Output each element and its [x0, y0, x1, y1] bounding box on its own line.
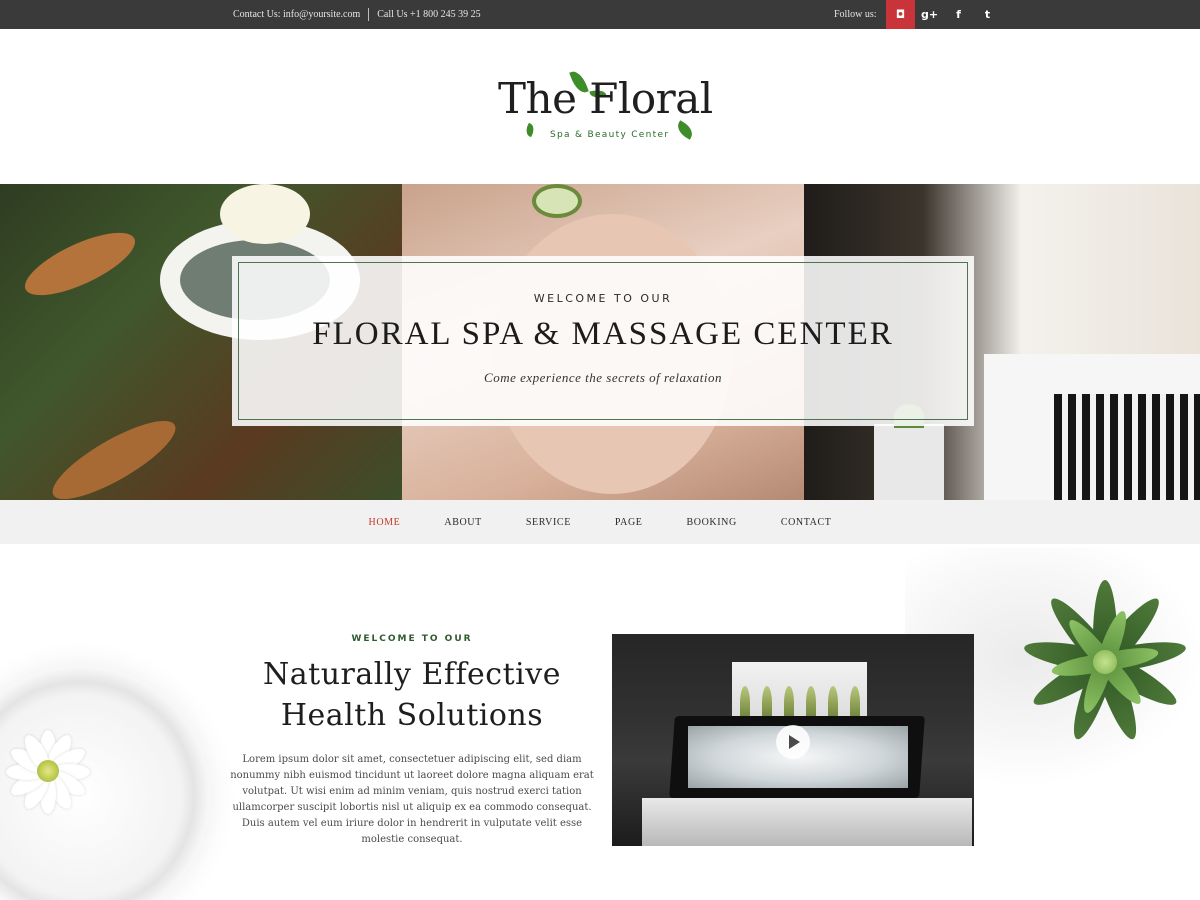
main-nav: HOME ABOUT SERVICE PAGE BOOKING CONTACT [0, 500, 1200, 544]
video-base-scene [642, 798, 972, 846]
decorative-succulent-image [1018, 572, 1192, 762]
intro-kicker: WELCOME TO OUR [351, 634, 473, 644]
nav-item-page[interactable]: PAGE [615, 517, 643, 528]
logo-title: The Floral [498, 74, 713, 123]
intro-heading: Naturally Effective Health Solutions [230, 654, 594, 736]
video-thumbnail[interactable] [612, 634, 974, 846]
nav-item-home[interactable]: HOME [369, 517, 401, 528]
site-logo[interactable]: The Floral Spa & Beauty Center [480, 64, 720, 150]
decorative-flower-image [0, 722, 100, 822]
google-plus-icon[interactable]: g+ [915, 0, 944, 29]
instagram-icon[interactable]: ◘ [886, 0, 915, 29]
twitter-icon[interactable]: t [973, 0, 1002, 29]
play-icon[interactable] [776, 725, 810, 759]
intro-heading-line2: Health Solutions [280, 698, 544, 733]
intro-body-text: Lorem ipsum dolor sit amet, consectetuer… [230, 754, 594, 845]
logo-tagline: Spa & Beauty Center [550, 130, 670, 140]
nav-item-service[interactable]: SERVICE [526, 517, 571, 528]
leaf-icon [523, 122, 537, 138]
leaf-icon [674, 120, 696, 140]
top-bar: Contact Us: info@yoursite.com Call Us +1… [0, 0, 1200, 29]
intro-text-block: WELCOME TO OUR Naturally Effective Healt… [230, 634, 594, 848]
intro-heading-line1: Naturally Effective [263, 657, 561, 692]
hero-headline: FLORAL SPA & MASSAGE CENTER [312, 316, 894, 352]
hero-subtitle: Come experience the secrets of relaxatio… [484, 370, 722, 385]
facebook-icon[interactable]: f [944, 0, 973, 29]
nav-item-booking[interactable]: BOOKING [687, 517, 737, 528]
social-links: ◘ g+ f t [886, 0, 1002, 29]
video-window-scene [732, 662, 867, 720]
follow-label: Follow us: [834, 9, 877, 20]
intro-section: WELCOME TO OUR Naturally Effective Healt… [0, 544, 1200, 900]
contact-email[interactable]: Contact Us: info@yoursite.com [233, 9, 360, 20]
nav-item-about[interactable]: ABOUT [444, 517, 481, 528]
divider [368, 8, 370, 21]
contact-phone[interactable]: Call Us +1 800 245 39 25 [377, 9, 480, 20]
nav-item-contact[interactable]: CONTACT [781, 517, 832, 528]
contact-info: Contact Us: info@yoursite.com Call Us +1… [233, 0, 481, 29]
hero-banner: WELCOME TO OUR FLORAL SPA & MASSAGE CENT… [0, 184, 1200, 500]
hero-overlay-box: WELCOME TO OUR FLORAL SPA & MASSAGE CENT… [232, 256, 974, 426]
hero-kicker: WELCOME TO OUR [533, 292, 673, 305]
